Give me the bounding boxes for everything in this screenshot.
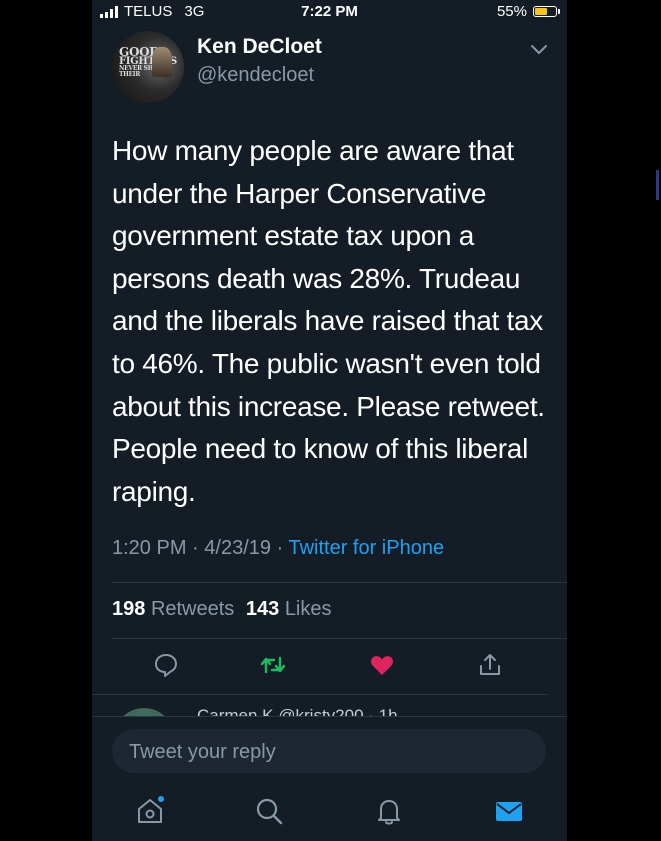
messages-icon[interactable]: [493, 795, 525, 827]
divider: [112, 638, 567, 639]
likes-label: Likes: [284, 598, 332, 620]
battery-icon: [533, 6, 560, 17]
likes-count: 143: [245, 598, 280, 620]
reply-icon[interactable]: [153, 652, 179, 678]
tweet-stats: 198 Retweets 143 Likes: [112, 598, 332, 621]
retweets-label: Retweets: [150, 598, 235, 620]
reply-input[interactable]: [127, 729, 531, 775]
meta-separator: ·: [192, 537, 199, 559]
status-bar: TELUS 3G 7:22 PM 55%: [92, 0, 567, 24]
tweet-date: 4/23/19: [204, 537, 272, 559]
tweet-meta: 1:20 PM · 4/23/19 · Twitter for iPhone: [112, 537, 444, 560]
tweet-text: How many people are aware that under the…: [112, 135, 545, 507]
retweets-stat[interactable]: 198 Retweets: [112, 598, 234, 620]
reply-preview[interactable]: Carmen K @kristy200 · 1h: [92, 696, 567, 716]
like-icon[interactable]: [369, 652, 395, 678]
reply-box[interactable]: [112, 729, 546, 775]
retweet-icon[interactable]: [260, 652, 286, 678]
divider: [92, 694, 548, 695]
notifications-icon[interactable]: [373, 795, 405, 827]
clock: 7:22 PM: [301, 3, 358, 20]
divider: [112, 582, 567, 583]
battery-fill: [535, 8, 548, 15]
reply-preview-author: Carmen K @kristy200 · 1h: [197, 706, 398, 716]
tweet-time: 1:20 PM: [112, 537, 187, 559]
meta-separator: ·: [276, 537, 284, 559]
reply-composer-bar: [92, 716, 567, 841]
share-icon[interactable]: [477, 652, 503, 678]
author-avatar[interactable]: GOOD FIGHTERS NEVER SHOW THEIR: [112, 31, 184, 103]
likes-stat[interactable]: 143 Likes: [246, 598, 332, 620]
reply-avatar: [114, 708, 174, 716]
author-handle[interactable]: @kendecloet: [197, 64, 314, 87]
battery-percent: 55%: [496, 3, 527, 20]
home-new-indicator: [158, 796, 164, 802]
chevron-down-icon[interactable]: [530, 44, 548, 56]
tweet-detail-screen: TELUS 3G 7:22 PM 55% GOOD FIGHTERS NEVER…: [92, 0, 567, 841]
retweets-count: 198: [112, 598, 146, 620]
status-right: 55%: [496, 3, 560, 20]
avatar-figure: [152, 47, 172, 77]
tweet-source-link[interactable]: Twitter for iPhone: [288, 537, 444, 559]
search-icon[interactable]: [253, 795, 285, 827]
author-name[interactable]: Ken DeCloet: [197, 35, 322, 59]
edge-artifact: [656, 170, 659, 200]
